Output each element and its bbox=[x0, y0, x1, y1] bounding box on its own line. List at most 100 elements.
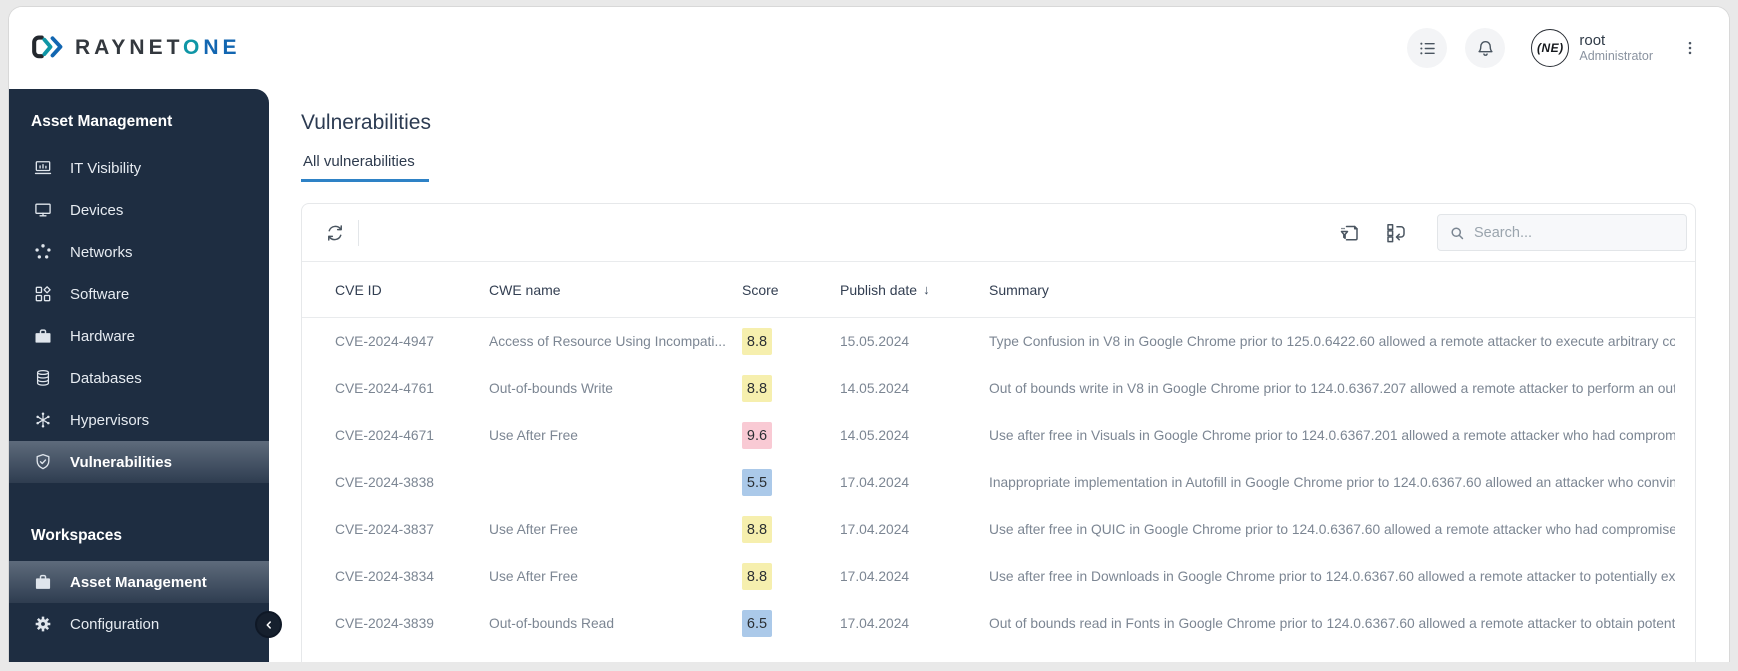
export-filtered-button[interactable] bbox=[1333, 216, 1367, 250]
top-bar: RAYNETONE (NE) root Administrator bbox=[9, 7, 1729, 89]
cell-cwe-name: Use After Free bbox=[489, 569, 578, 584]
search-icon bbox=[1448, 224, 1466, 242]
cell-score: 6.5 bbox=[742, 610, 840, 637]
cell-score: 9.6 bbox=[742, 422, 840, 449]
sidebar-item-configuration[interactable]: Configuration bbox=[9, 603, 269, 645]
column-header-score[interactable]: Score bbox=[742, 282, 840, 298]
cell-publish-date: 17.04.2024 bbox=[840, 475, 910, 490]
table-row[interactable]: CVE-2024-4761 Out-of-bounds Write 8.8 14… bbox=[302, 365, 1695, 412]
sort-desc-icon: ↓ bbox=[923, 282, 930, 297]
brand-logo[interactable]: RAYNETONE bbox=[31, 34, 241, 62]
sidebar-item-devices[interactable]: Devices bbox=[9, 189, 269, 231]
chevron-left-icon bbox=[262, 618, 276, 632]
cell-summary: Use after free in Downloads in Google Ch… bbox=[989, 569, 1675, 584]
cell-cwe-name: Use After Free bbox=[489, 522, 578, 537]
avatar: (NE) bbox=[1531, 29, 1570, 67]
sidebar-item-software[interactable]: Software bbox=[9, 273, 269, 315]
score-badge: 9.6 bbox=[742, 422, 772, 449]
cell-summary: Use after free in Visuals in Google Chro… bbox=[989, 428, 1675, 443]
cell-cve-id: CVE-2024-4761 bbox=[335, 381, 434, 396]
hypervisor-icon bbox=[33, 410, 53, 430]
cell-summary: Out of bounds read in Fonts in Google Ch… bbox=[989, 616, 1675, 631]
sidebar: Asset Management IT Visibility Devices N… bbox=[9, 89, 282, 662]
cell-publish-date: 14.05.2024 bbox=[840, 381, 910, 396]
user-name: root bbox=[1579, 32, 1606, 50]
user-role: Administrator bbox=[1579, 49, 1653, 64]
main-content: Vulnerabilities All vulnerabilities Sear… bbox=[269, 89, 1729, 662]
network-icon bbox=[33, 242, 53, 262]
cell-cve-id: CVE-2024-4671 bbox=[335, 428, 434, 443]
search-box bbox=[1437, 214, 1687, 251]
kebab-icon bbox=[1681, 38, 1699, 58]
score-badge: 8.8 bbox=[742, 516, 772, 543]
column-header-cwe-name[interactable]: CWE name bbox=[489, 282, 742, 298]
sidebar-item-it-visibility[interactable]: IT Visibility bbox=[9, 147, 269, 189]
vulnerabilities-table-card: CVE ID CWE name Score Publish date↓ Summ… bbox=[301, 203, 1696, 662]
sidebar-item-hardware[interactable]: Hardware bbox=[9, 315, 269, 357]
cell-summary: Out of bounds write in V8 in Google Chro… bbox=[989, 381, 1675, 396]
sidebar-item-networks[interactable]: Networks bbox=[9, 231, 269, 273]
score-badge: 6.5 bbox=[742, 610, 772, 637]
score-badge: 8.8 bbox=[742, 563, 772, 590]
cell-score: 8.8 bbox=[742, 516, 840, 543]
cell-publish-date: 17.04.2024 bbox=[840, 616, 910, 631]
database-icon bbox=[33, 368, 53, 388]
column-chooser-icon bbox=[1384, 221, 1408, 245]
sidebar-item-workspace-asset-management[interactable]: Asset Management bbox=[9, 561, 269, 603]
table-row[interactable]: CVE-2024-3838 5.5 17.04.2024 Inappropria… bbox=[302, 459, 1695, 506]
task-list-button[interactable] bbox=[1407, 28, 1448, 68]
sidebar-item-vulnerabilities[interactable]: Vulnerabilities bbox=[9, 441, 269, 483]
cell-summary: Type Confusion in V8 in Google Chrome pr… bbox=[989, 334, 1675, 349]
cell-score: 8.8 bbox=[742, 328, 840, 355]
table-row[interactable]: CVE-2024-3839 Out-of-bounds Read 6.5 17.… bbox=[302, 600, 1695, 647]
table-body: CVE-2024-4947 Access of Resource Using I… bbox=[302, 318, 1695, 662]
cell-cwe-name: Out-of-bounds Write bbox=[489, 381, 613, 396]
cell-cwe-name: Use After Free bbox=[489, 428, 578, 443]
tab-all-vulnerabilities[interactable]: All vulnerabilities bbox=[301, 153, 429, 182]
monitor-icon bbox=[33, 200, 53, 220]
cell-cwe-name: Out-of-bounds Read bbox=[489, 616, 615, 631]
gear-icon bbox=[33, 614, 53, 634]
sidebar-item-databases[interactable]: Databases bbox=[9, 357, 269, 399]
cell-cve-id: CVE-2024-4947 bbox=[335, 334, 434, 349]
cell-publish-date: 15.05.2024 bbox=[840, 334, 910, 349]
cell-cve-id: CVE-2024-3839 bbox=[335, 616, 434, 631]
search-input[interactable] bbox=[1474, 224, 1676, 241]
sidebar-section-workspaces: Workspaces bbox=[31, 527, 123, 544]
column-header-summary[interactable]: Summary bbox=[989, 282, 1675, 298]
cell-score: 8.8 bbox=[742, 563, 840, 590]
column-header-publish-date[interactable]: Publish date ↓ bbox=[840, 282, 989, 298]
table-toolbar bbox=[302, 204, 1695, 262]
brand-name: RAYNETONE bbox=[75, 36, 241, 59]
table-row[interactable]: CVE-2024-3834 Use After Free 8.8 17.04.2… bbox=[302, 553, 1695, 600]
score-badge: 5.5 bbox=[742, 469, 772, 496]
refresh-icon bbox=[324, 222, 346, 244]
brand-logo-icon bbox=[31, 34, 65, 62]
filter-document-icon bbox=[1338, 221, 1362, 245]
app-window: RAYNETONE (NE) root Administrator Asset … bbox=[8, 6, 1730, 662]
shield-check-icon bbox=[33, 452, 53, 472]
choose-columns-button[interactable] bbox=[1379, 216, 1413, 250]
notifications-button[interactable] bbox=[1465, 28, 1506, 68]
sidebar-collapse-button[interactable] bbox=[255, 611, 282, 638]
score-badge: 8.8 bbox=[742, 375, 772, 402]
software-boxes-icon bbox=[33, 284, 53, 304]
cell-cve-id: CVE-2024-3834 bbox=[335, 569, 434, 584]
toolbar-divider bbox=[358, 219, 359, 246]
table-row[interactable]: CVE-2024-4671 Use After Free 9.6 14.05.2… bbox=[302, 412, 1695, 459]
tab-bar: All vulnerabilities bbox=[301, 153, 1696, 182]
table-row[interactable]: CVE-2024-4947 Access of Resource Using I… bbox=[302, 318, 1695, 365]
refresh-button[interactable] bbox=[318, 216, 352, 250]
table-row[interactable]: CVE-2024-3837 Use After Free 8.8 17.04.2… bbox=[302, 506, 1695, 553]
sidebar-item-hypervisors[interactable]: Hypervisors bbox=[9, 399, 269, 441]
cell-cve-id: CVE-2024-3837 bbox=[335, 522, 434, 537]
column-header-cve-id[interactable]: CVE ID bbox=[335, 282, 489, 298]
user-menu[interactable]: (NE) root Administrator bbox=[1531, 29, 1653, 67]
briefcase-icon bbox=[33, 572, 53, 592]
overflow-menu-button[interactable] bbox=[1677, 34, 1703, 62]
bell-icon bbox=[1475, 38, 1496, 59]
cell-publish-date: 17.04.2024 bbox=[840, 569, 910, 584]
cell-score: 5.5 bbox=[742, 469, 840, 496]
cell-publish-date: 14.05.2024 bbox=[840, 428, 910, 443]
cell-cve-id: CVE-2024-3838 bbox=[335, 475, 434, 490]
